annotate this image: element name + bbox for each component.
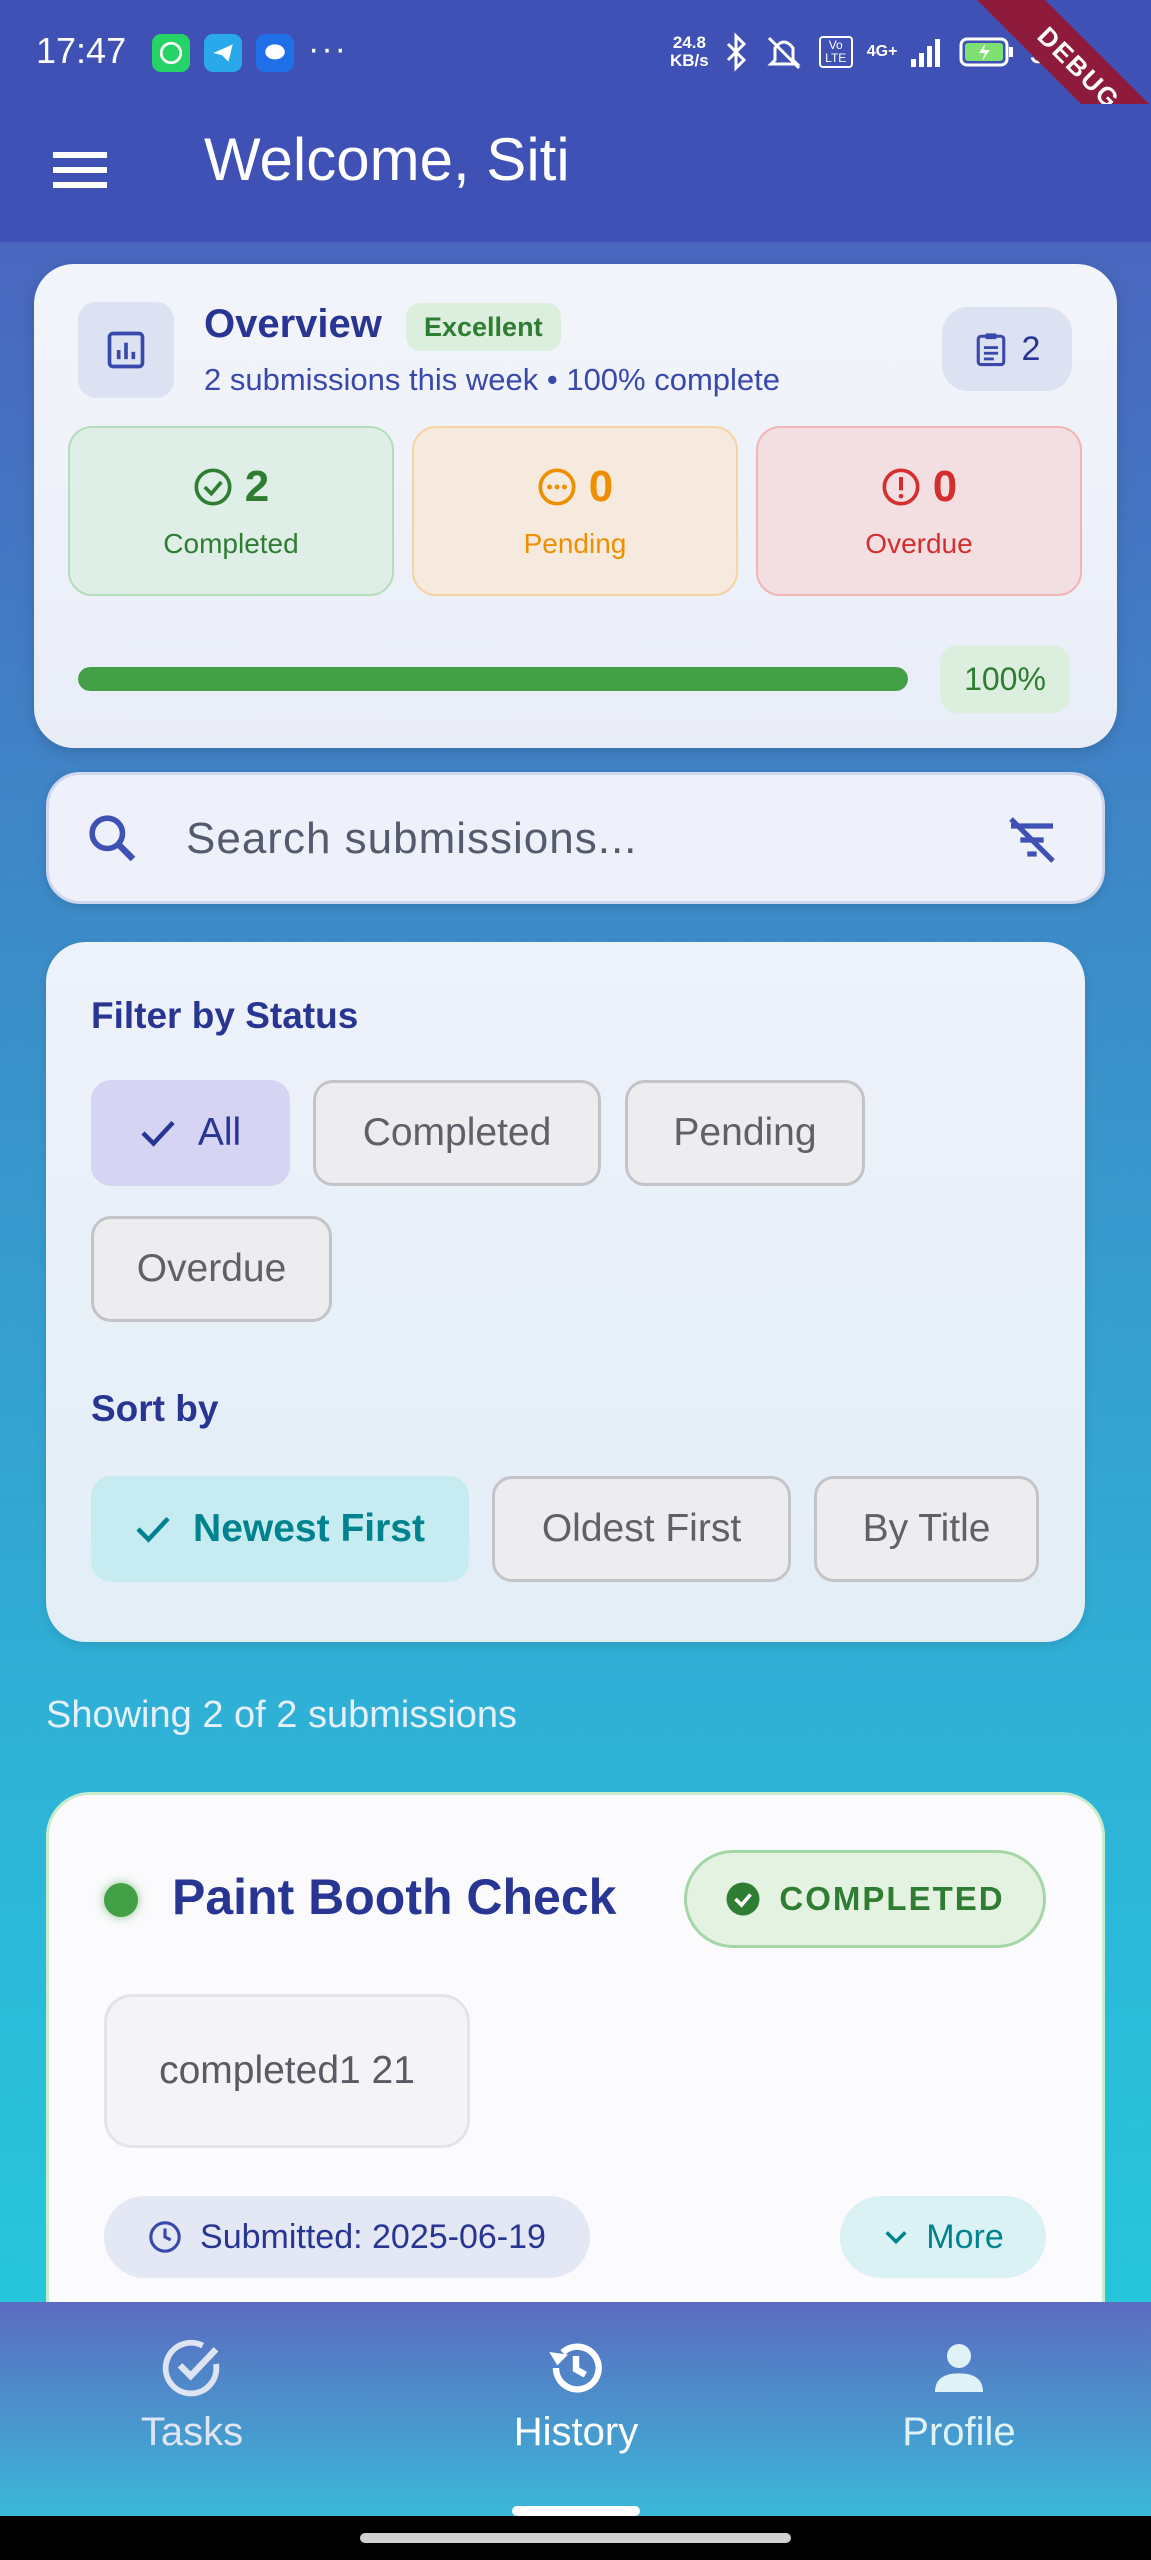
submitted-date: Submitted: 2025-06-19 [104,2196,590,2278]
pending-icon [538,468,576,506]
overview-subtitle: 2 submissions this week • 100% complete [204,362,781,397]
chip-label: Pending [673,1111,817,1154]
chip-label: Oldest First [541,1507,742,1550]
stat-completed-value: 2 [244,462,270,511]
status-badge-label: COMPLETED [779,1880,1005,1917]
chip-label: Newest First [193,1507,425,1550]
search-input[interactable] [186,800,966,878]
nav-tasks[interactable]: Tasks [67,2336,317,2496]
network-type: 4G+ [866,43,898,60]
home-gesture-handle[interactable] [360,2533,791,2543]
chip-label: All [197,1111,242,1154]
check-circle-icon [194,468,232,506]
chip-sort-oldest[interactable]: Oldest First [492,1476,791,1582]
check-circle-filled-icon [726,1882,760,1916]
mute-icon [767,36,801,70]
more-button-label: More [926,2217,1004,2256]
submission-count: 2 [1021,329,1041,368]
chip-status-overdue[interactable]: Overdue [91,1216,332,1322]
status-badge: COMPLETED [684,1850,1046,1948]
stat-pending-label: Pending [523,528,627,559]
stat-overdue: 0 Overdue [756,426,1082,596]
clipboard-icon [976,333,1005,367]
chevron-down-icon [885,2231,907,2245]
menu-button[interactable] [40,130,120,210]
nav-tasks-label: Tasks [140,2410,244,2454]
stat-overdue-label: Overdue [865,528,973,559]
stat-pending: 0 Pending [412,426,738,596]
chip-status-all[interactable]: All [91,1080,290,1186]
chip-label: Completed [362,1111,552,1154]
stat-pending-value: 0 [588,462,614,511]
chip-sort-title[interactable]: By Title [814,1476,1039,1582]
stat-completed: 2 Completed [68,426,394,596]
nav-profile-label: Profile [902,2410,1016,2454]
chip-sort-newest[interactable]: Newest First [91,1476,469,1582]
completion-progress-fill [78,667,908,691]
performance-badge: Excellent [406,303,561,351]
submission-note: completed1 21 [104,1994,470,2148]
submission-count-badge: 2 [942,307,1072,391]
chip-label: Overdue [136,1247,287,1290]
hamburger-menu-icon [53,152,107,188]
telegram-icon [204,34,242,72]
bluetooth-icon [726,32,746,72]
completion-percentage: 100% [940,645,1070,713]
filter-off-icon[interactable] [1004,812,1060,868]
sort-by-title: Sort by [91,1388,219,1429]
nav-history-label: History [513,2410,639,2454]
messenger-icon [256,34,294,72]
volte-icon: Vo LTE [818,36,853,68]
status-indicators: 24.8 KB/s Vo LTE 4G+ 55 [670,30,1067,74]
overview-title: Overview [204,302,382,346]
more-button[interactable]: More [840,2196,1046,2278]
search-icon [89,815,136,862]
chip-label: By Title [862,1507,991,1550]
error-icon [882,468,920,506]
stat-overdue-value: 0 [932,462,958,511]
completion-progress-bar [78,667,908,691]
page-title: Welcome, Siti [204,126,570,193]
status-time: 17:47 [36,30,127,71]
submission-title: Paint Booth Check [172,1869,617,1925]
chip-status-completed[interactable]: Completed [313,1080,601,1186]
active-tab-indicator [512,2506,640,2516]
history-icon [549,2343,602,2393]
whatsapp-icon [152,34,190,72]
stat-completed-label: Completed [163,528,299,559]
check-circle-icon [162,2339,220,2397]
battery-icon [959,37,1014,67]
submitted-date-label: Submitted: 2025-06-19 [200,2217,546,2256]
nav-profile[interactable]: Profile [834,2336,1084,2496]
more-notifications-icon: ··· [308,30,348,68]
status-dot [104,1883,138,1917]
filter-status-title: Filter by Status [91,995,359,1036]
check-icon [136,1516,170,1543]
analytics-icon [78,302,174,398]
clock-icon [149,2221,181,2253]
results-count: Showing 2 of 2 submissions [46,1694,518,1736]
nav-history[interactable]: History [451,2336,701,2496]
chip-status-pending[interactable]: Pending [625,1080,865,1186]
person-icon [935,2344,983,2392]
net-speed: 24.8 KB/s [670,33,709,70]
app-bar [0,104,1151,242]
check-icon [141,1120,175,1147]
signal-icon [911,39,941,67]
